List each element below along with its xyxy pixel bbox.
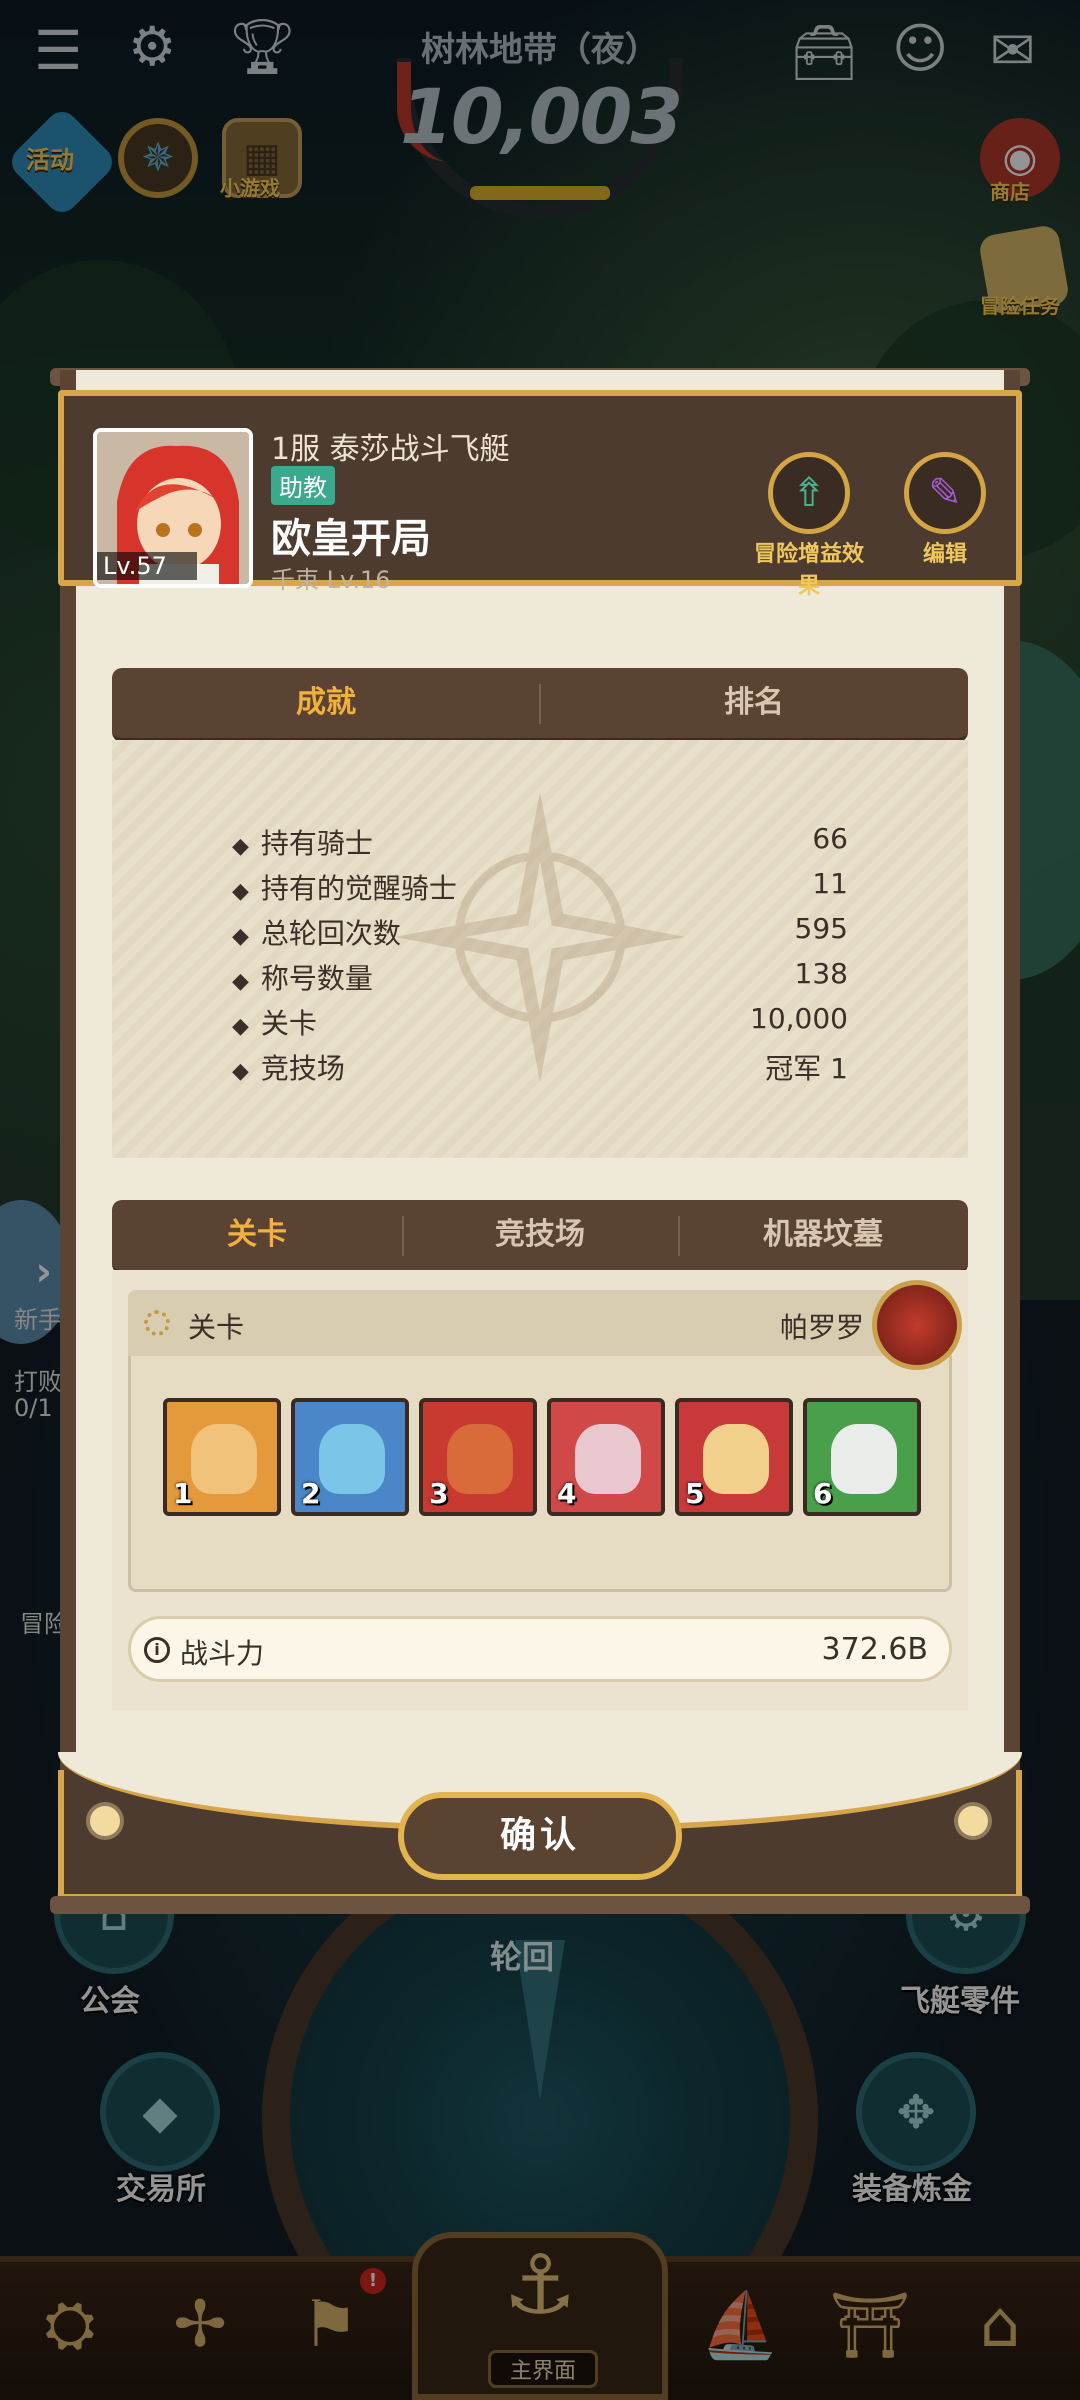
edit-button[interactable]: ✎	[904, 452, 986, 534]
tab-achievements[interactable]: 成就	[112, 668, 540, 738]
hero-slot-number: 2	[301, 1477, 321, 1510]
player-name: 欧皇开局	[271, 516, 431, 562]
stat-label: 持有骑士	[232, 822, 373, 862]
boss-portrait[interactable]	[872, 1280, 962, 1370]
hero-slot[interactable]: 2	[291, 1398, 409, 1516]
player-level: Lv.57	[97, 552, 197, 580]
hero-portrait	[703, 1424, 769, 1494]
info-tabs: 成就 排名	[112, 668, 968, 742]
hero-slot[interactable]: 6	[803, 1398, 921, 1516]
hero-slot[interactable]: 1	[163, 1398, 281, 1516]
combat-power-label: 战斗力	[180, 1637, 265, 1670]
adventure-buff-label: 冒险增益效果	[753, 542, 864, 599]
stage-card-title: 关卡	[188, 1311, 245, 1344]
hero-slot[interactable]: 5	[675, 1398, 793, 1516]
boss-name: 帕罗罗	[780, 1311, 865, 1344]
hero-slot-number: 3	[429, 1477, 449, 1510]
sun-ornament-icon	[90, 1806, 120, 1836]
stat-value: 595	[794, 912, 848, 945]
tab-ranking[interactable]: 排名	[540, 668, 968, 738]
hero-slot-number: 5	[685, 1477, 705, 1510]
hero-slot-number: 1	[173, 1477, 193, 1510]
server-line: 1服 泰莎战斗飞艇	[271, 432, 510, 467]
stat-label: 称号数量	[232, 957, 373, 997]
confirm-button[interactable]: 确认	[398, 1792, 682, 1880]
stat-label: 持有的觉醒骑士	[232, 867, 457, 907]
stat-value: 冠军 1	[765, 1052, 848, 1085]
tab-stage[interactable]: 关卡	[112, 1200, 402, 1270]
adventure-buff-button[interactable]: ⇮	[768, 452, 850, 534]
hero-portrait	[191, 1424, 257, 1494]
stat-value: 66	[812, 822, 848, 855]
panel-bottom-rod	[50, 1896, 1030, 1914]
hero-slot[interactable]: 4	[547, 1398, 665, 1516]
hero-slot[interactable]: 3	[419, 1398, 537, 1516]
buff-icon: ⇮	[792, 470, 826, 516]
stat-label: 竞技场	[232, 1047, 345, 1087]
quill-icon: ✎	[928, 470, 962, 516]
role-badge: 助教	[271, 466, 335, 505]
compass-rose-icon	[395, 792, 685, 1082]
hero-portrait	[319, 1424, 385, 1494]
stat-label: 关卡	[232, 1002, 317, 1042]
info-icon[interactable]: i	[144, 1637, 170, 1663]
stat-label: 总轮回次数	[232, 912, 401, 952]
hero-portrait	[575, 1424, 641, 1494]
tab-arena[interactable]: 竞技场	[402, 1200, 678, 1270]
sun-ornament-icon	[958, 1806, 988, 1836]
hero-slot-number: 4	[557, 1477, 577, 1510]
hero-portrait	[447, 1424, 513, 1494]
combat-power-value: 372.6B	[821, 1632, 928, 1667]
record-tabs: 关卡 竞技场 机器坟墓	[112, 1200, 968, 1274]
hero-slot-number: 6	[813, 1477, 833, 1510]
stat-value: 11	[812, 867, 848, 900]
tab-machine-tomb[interactable]: 机器坟墓	[678, 1200, 968, 1270]
companion-line: 千束 Lv.16	[271, 566, 391, 594]
stat-value: 10,000	[750, 1002, 848, 1035]
edit-label: 编辑	[922, 542, 967, 567]
hero-portrait	[831, 1424, 897, 1494]
stat-value: 138	[794, 957, 848, 990]
gear-icon	[144, 1310, 170, 1336]
